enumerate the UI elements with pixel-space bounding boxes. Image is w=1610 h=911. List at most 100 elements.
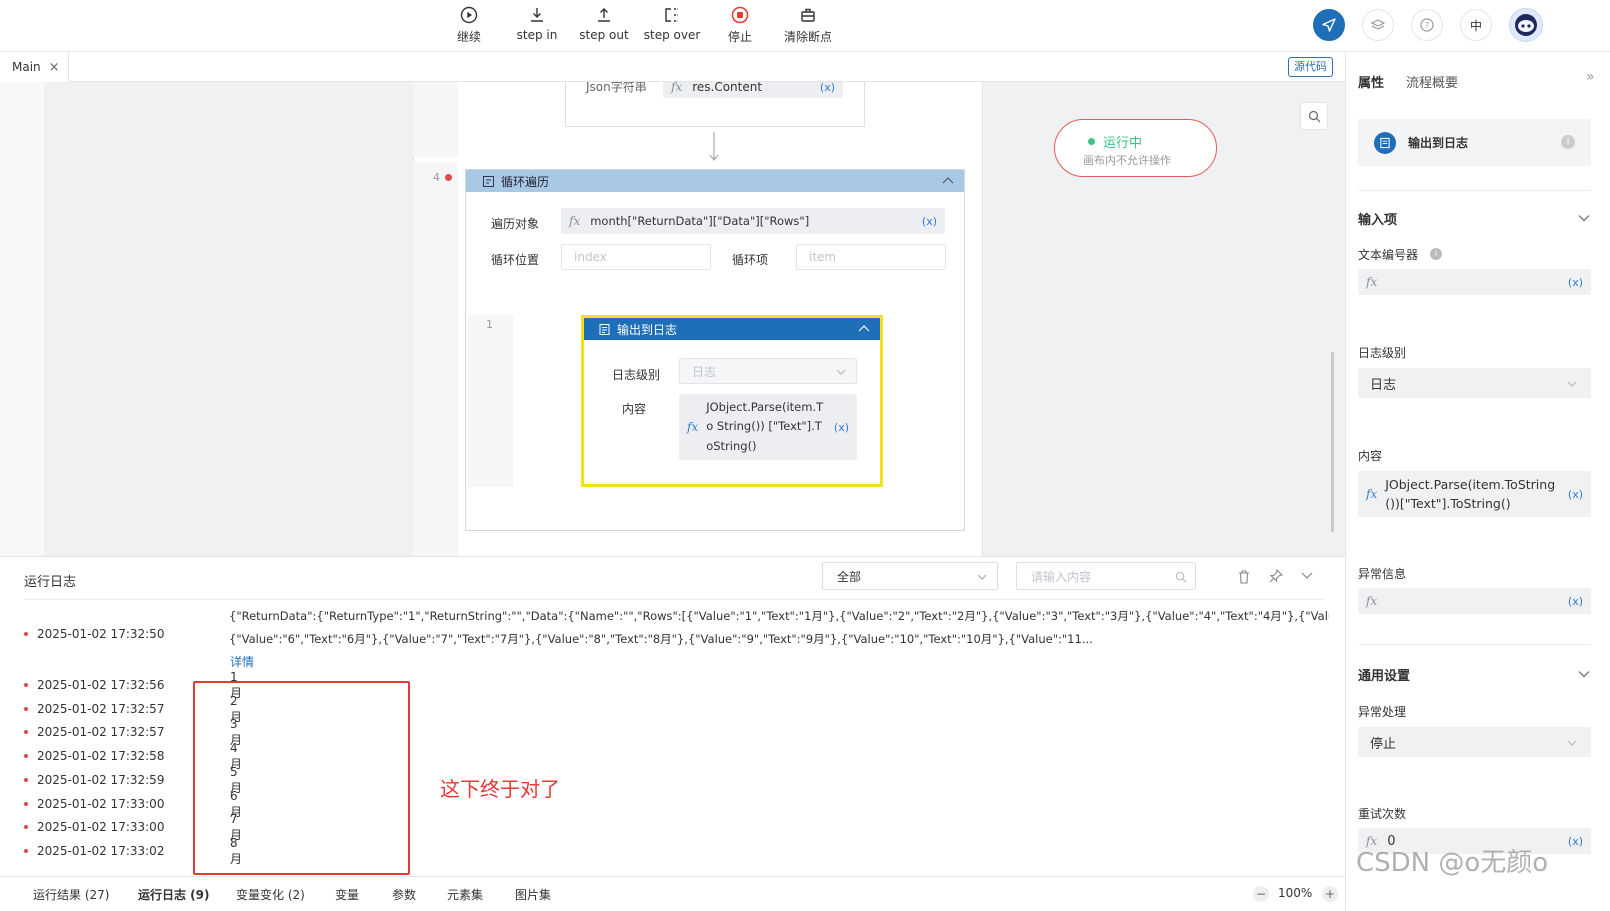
search-icon	[1308, 110, 1320, 122]
log-level-label: 日志级别	[1358, 346, 1407, 360]
divider	[1358, 190, 1591, 191]
tab-run-result[interactable]: 运行结果 (27)	[33, 886, 109, 903]
tab-run-log[interactable]: 运行日志 (9)	[138, 886, 210, 903]
breakpoint-dot[interactable]	[445, 174, 452, 181]
item-input[interactable]: item	[796, 244, 946, 270]
fx-icon: fx	[1366, 275, 1378, 289]
zoom-in-button[interactable]: +	[1322, 886, 1338, 902]
log-level-value: 日志	[1370, 377, 1397, 393]
index-input[interactable]: index	[561, 244, 711, 270]
output-log-header[interactable]: 输出到日志	[584, 318, 880, 340]
paper-plane-icon	[1322, 18, 1336, 32]
language-button[interactable]: 中	[1460, 9, 1492, 41]
tab-variable-changes[interactable]: 变量变化 (2)	[236, 886, 305, 903]
exception-handle-select[interactable]: 停止	[1358, 727, 1591, 757]
log-dot	[24, 754, 28, 758]
help-icon: ?	[1420, 18, 1434, 32]
step-out-button[interactable]: step out	[572, 6, 636, 42]
text-editor-field[interactable]: fx (x)	[1358, 269, 1591, 295]
play-icon	[460, 6, 478, 24]
collapse-icon[interactable]	[858, 324, 870, 334]
zoom-out-button[interactable]: −	[1253, 886, 1269, 902]
continue-button[interactable]: 继续	[437, 6, 501, 45]
tab-properties[interactable]: 属性	[1358, 72, 1384, 91]
send-button[interactable]	[1313, 9, 1345, 41]
inner-level-value: 日志	[692, 364, 717, 379]
tab-images[interactable]: 图片集	[515, 886, 551, 903]
log-row: 2025-01-02 17:32:59 5月	[24, 765, 242, 795]
loop-header[interactable]: 循环遍历	[466, 170, 964, 192]
log-entry-first: 2025-01-02 17:32:50	[24, 627, 164, 641]
log-detail-link[interactable]: 详情	[230, 653, 254, 670]
chevron-down-icon[interactable]	[1301, 571, 1313, 580]
inner-content-label: 内容	[622, 402, 647, 416]
log-search-input[interactable]: 请输入内容	[1016, 562, 1196, 590]
component-card: 输出到日志 i	[1358, 119, 1591, 166]
variable-button[interactable]: (x)	[922, 215, 937, 228]
log-filter-select[interactable]: 全部	[822, 562, 998, 590]
tab-elements[interactable]: 元素集	[447, 886, 483, 903]
log-dot	[24, 802, 28, 806]
step-over-label: step over	[643, 28, 701, 42]
status-title: 运行中	[1103, 136, 1143, 151]
step-in-label: step in	[516, 28, 558, 42]
variable-button[interactable]: (x)	[834, 421, 849, 434]
canvas-scrollbar[interactable]	[1331, 352, 1334, 532]
status-subtitle: 画布内不允许操作	[1083, 154, 1171, 167]
pin-icon[interactable]	[1268, 568, 1284, 584]
log-search-placeholder: 请输入内容	[1031, 569, 1092, 584]
exception-info-field[interactable]: fx (x)	[1358, 588, 1591, 614]
step-over-icon	[665, 8, 678, 22]
tab-main[interactable]: Main ×	[0, 52, 69, 82]
prev-block[interactable]: Json字符串 fx res.Content (x)	[565, 82, 865, 127]
variable-button[interactable]: (x)	[1568, 835, 1583, 848]
variable-button[interactable]: (x)	[1568, 595, 1583, 608]
prev-block-field[interactable]: fx res.Content (x)	[663, 82, 843, 98]
prev-block-value: res.Content	[692, 82, 763, 94]
step-over-button[interactable]: step over	[640, 6, 704, 42]
chevron-down-icon[interactable]	[1578, 670, 1590, 678]
fx-icon: fx	[1366, 487, 1378, 501]
log-dot	[24, 707, 28, 711]
tab-params[interactable]: 参数	[392, 886, 416, 903]
bottom-tabs: 运行结果 (27) 运行日志 (9) 变量变化 (2) 变量 参数 元素集 图片…	[0, 876, 1345, 911]
source-code-button[interactable]: 源代码	[1288, 57, 1333, 77]
variable-button[interactable]: (x)	[1568, 488, 1583, 501]
log-dot	[24, 825, 28, 829]
log-dot	[24, 778, 28, 782]
output-log-block[interactable]: 输出到日志 日志级别 日志 内容 fx JObject.Parse(item.T…	[581, 315, 883, 487]
inner-content-field[interactable]: fx JObject.Parse(item.To String()) ["Tex…	[679, 394, 857, 460]
inner-level-select[interactable]: 日志	[679, 358, 857, 384]
log-time: 2025-01-02 17:32:57	[37, 725, 165, 739]
variable-button[interactable]: (x)	[1568, 276, 1583, 289]
delete-icon[interactable]	[1237, 569, 1251, 584]
avatar[interactable]	[1509, 8, 1543, 42]
expand-icon[interactable]: »	[1586, 69, 1595, 85]
exception-handle-label: 异常处理	[1358, 705, 1407, 719]
canvas-search-button[interactable]	[1300, 102, 1328, 130]
flow-canvas[interactable]: Json字符串 fx res.Content (x) 4 循环遍历 遍历对象 f…	[0, 82, 1345, 556]
stop-button[interactable]: 停止	[708, 6, 772, 45]
close-icon[interactable]: ×	[49, 60, 60, 75]
tab-flow-summary[interactable]: 流程概要	[1406, 72, 1458, 91]
info-icon[interactable]: i	[1430, 248, 1442, 260]
log-level-select[interactable]: 日志	[1358, 368, 1591, 398]
step-in-button[interactable]: step in	[505, 6, 569, 42]
info-icon[interactable]: i	[1561, 135, 1575, 149]
fx-icon: fx	[671, 82, 683, 94]
highlight-box	[193, 681, 410, 875]
chevron-down-icon[interactable]	[1578, 214, 1590, 222]
step-in-icon	[531, 8, 543, 22]
clear-breakpoints-button[interactable]: 清除断点	[776, 6, 840, 45]
canvas-gutter	[0, 82, 45, 556]
tab-variables[interactable]: 变量	[335, 886, 359, 903]
collapse-icon[interactable]	[942, 176, 954, 186]
help-button[interactable]: ?	[1411, 9, 1443, 41]
loop-line-number: 4	[433, 171, 440, 184]
traverse-field[interactable]: fx month["ReturnData"]["Data"]["Rows"] (…	[561, 208, 945, 234]
layers-button[interactable]	[1362, 9, 1394, 41]
loop-block[interactable]: 循环遍历 遍历对象 fx month["ReturnData"]["Data"]…	[465, 169, 965, 531]
variable-button[interactable]: (x)	[820, 82, 835, 94]
content-field[interactable]: fx JObject.Parse(item.ToString())["Text"…	[1358, 471, 1591, 517]
step-out-label: step out	[579, 28, 629, 42]
